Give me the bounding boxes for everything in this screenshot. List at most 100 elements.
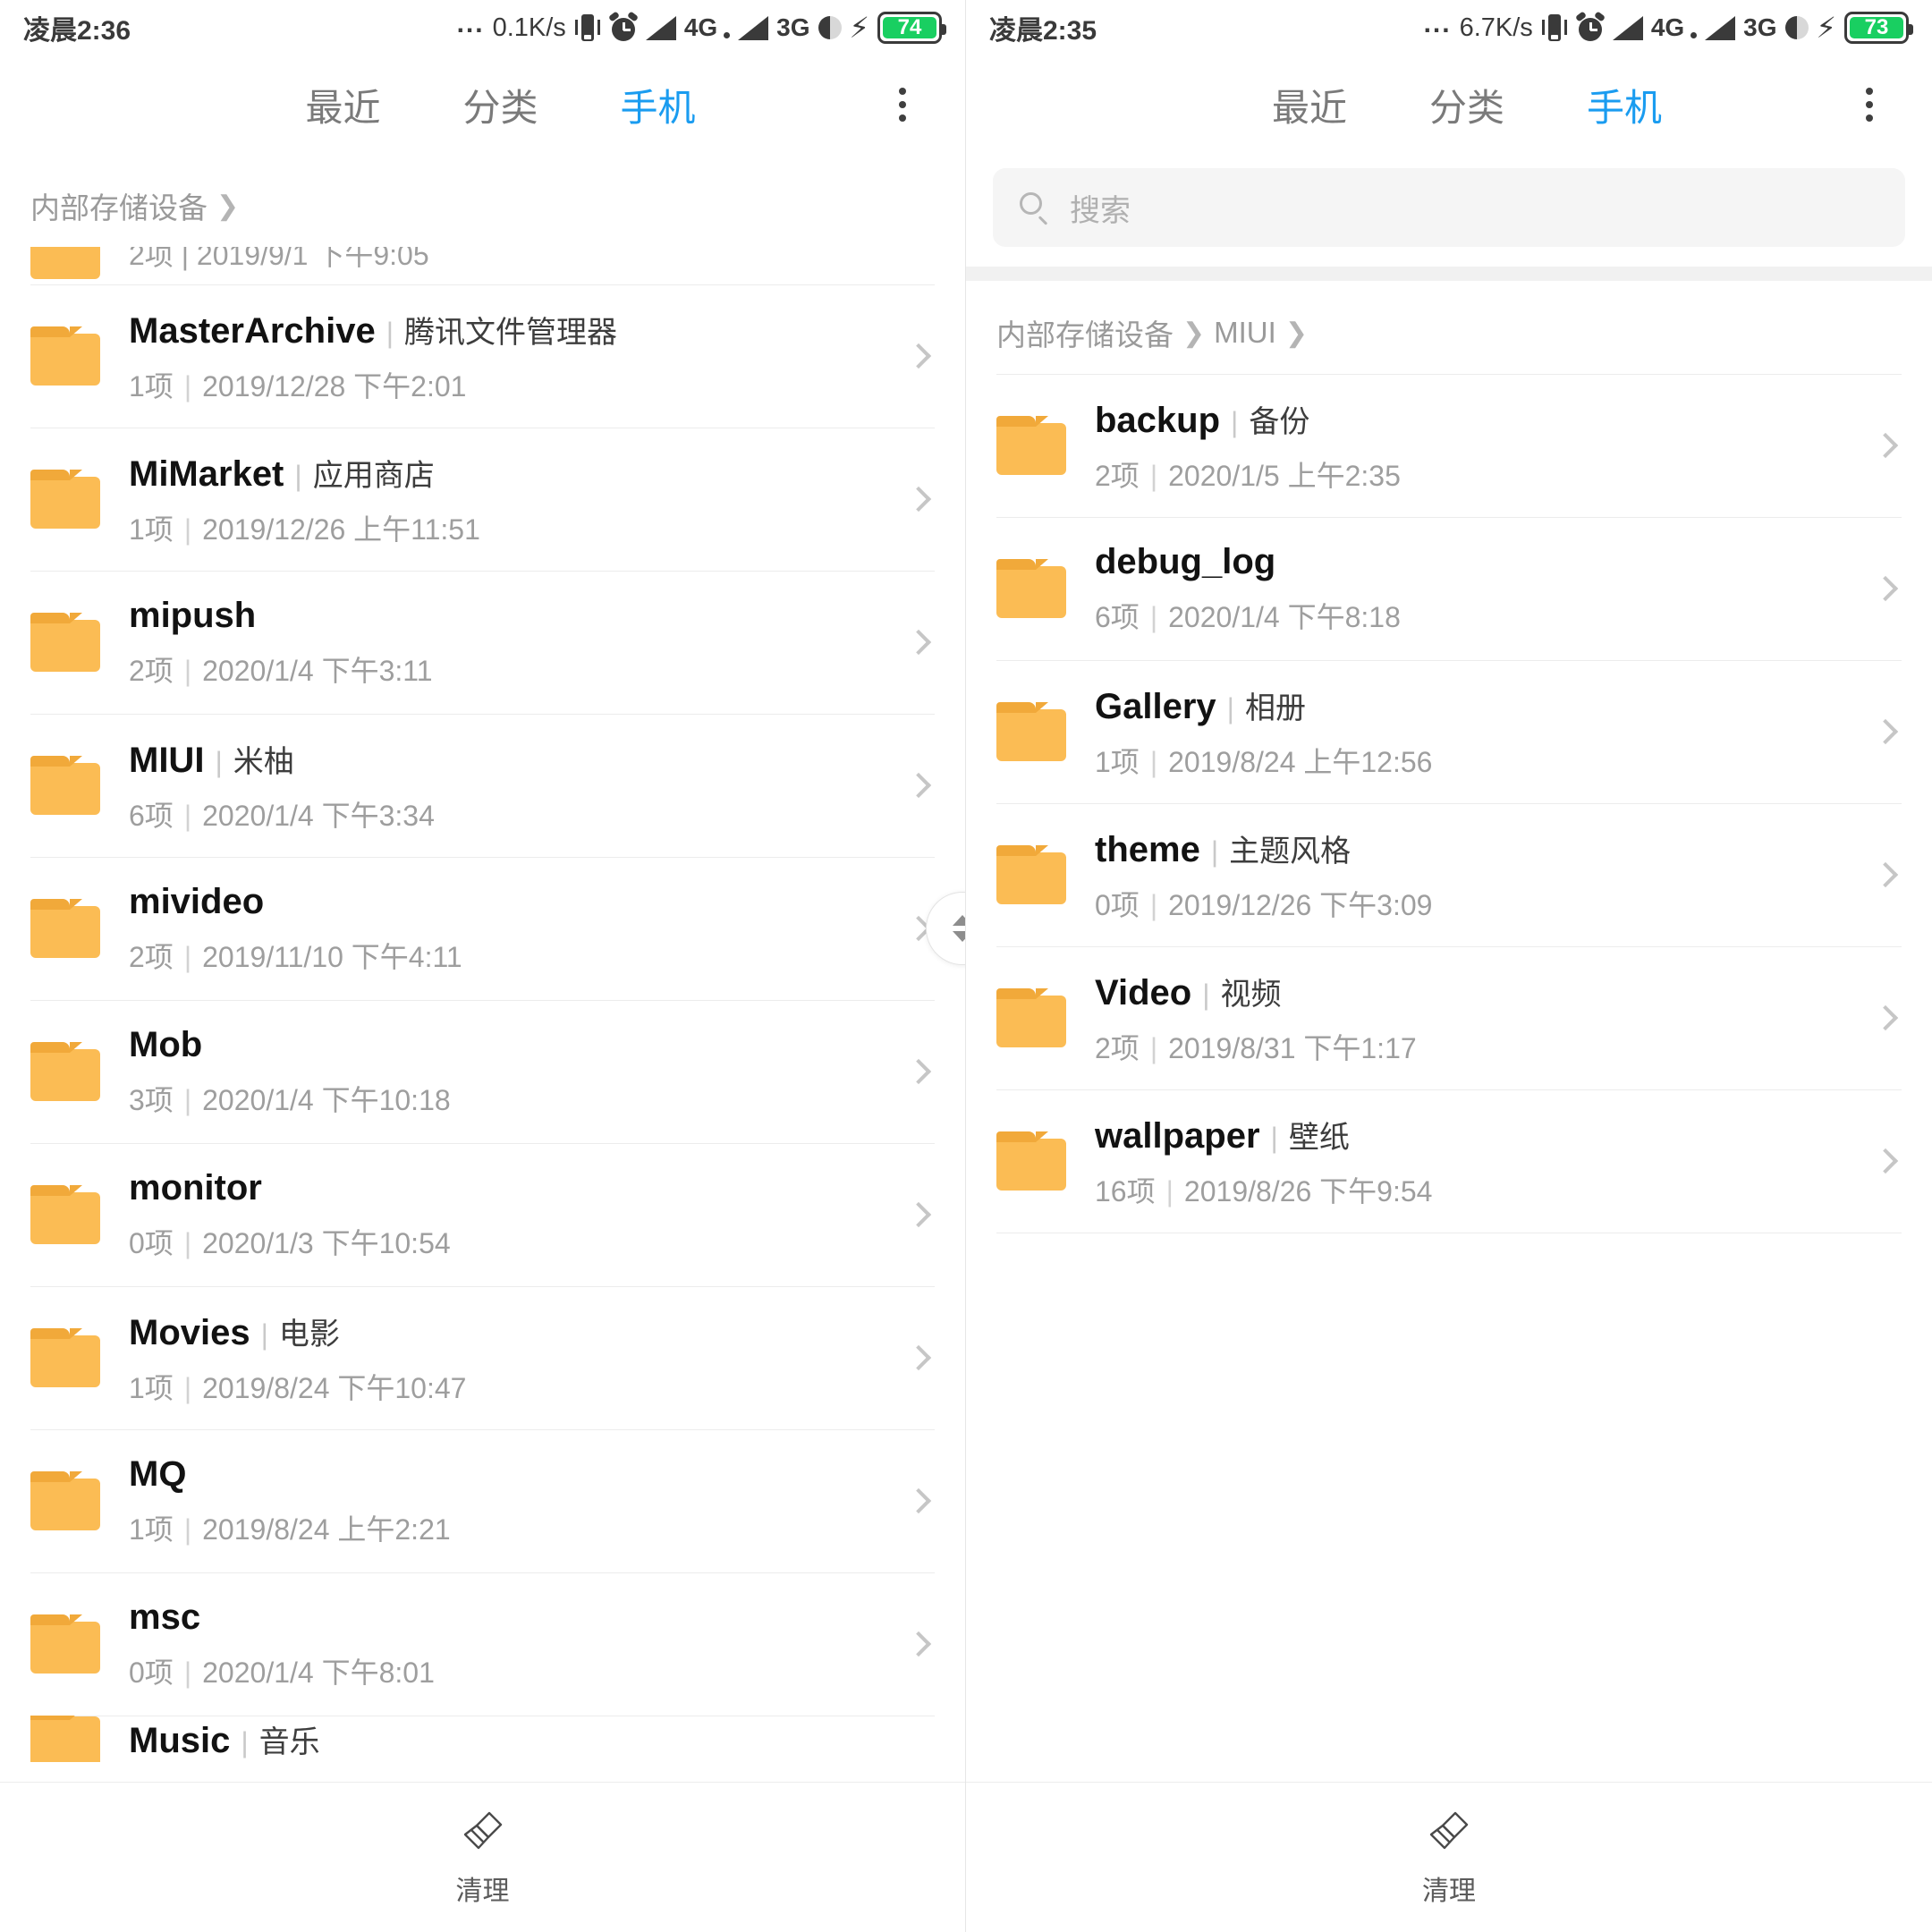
network-gen-primary: 4G	[683, 13, 718, 41]
list-item-alias: 主题风格	[1229, 834, 1352, 869]
file-list[interactable]: backup | 备份 2项 | 2020/1/5 上午2:35 debug_log 6…	[966, 374, 1932, 1233]
breadcrumb: 内部存储设备 ❯ MIUI ❯	[966, 281, 1932, 374]
list-item-count: 1项	[129, 1371, 174, 1404]
broom-icon	[459, 1808, 507, 1856]
table-row[interactable]: MQ 1项 | 2019/8/24 上午2:21	[0, 1429, 965, 1572]
charging-bolt-icon: ⚡	[1816, 12, 1836, 44]
list-item-name: MiMarket	[129, 453, 284, 494]
table-row[interactable]: Movies | 电影 1项 | 2019/8/24 下午10:47	[0, 1286, 965, 1429]
signal-icon-1	[1612, 15, 1643, 40]
list-item-partial-top[interactable]: 2项 | 2019/9/1 下午9:05	[0, 247, 965, 284]
chevron-right-icon	[1872, 575, 1899, 602]
separator: |	[241, 1725, 249, 1758]
folder-icon	[30, 899, 100, 958]
list-item-count: 0项	[129, 1656, 174, 1689]
status-time: 凌晨2:35	[989, 16, 1097, 46]
search-input[interactable]: 搜索	[993, 168, 1905, 247]
list-item-count: 1项	[129, 1513, 174, 1546]
list-item-name: Mob	[129, 1024, 203, 1064]
table-row[interactable]: mivideo 2项 | 2019/11/10 下午4:11	[0, 857, 965, 1000]
network-speed: 0.1K/s	[492, 13, 566, 42]
list-item-count: 1项	[129, 513, 174, 546]
tab-phone[interactable]: 手机	[621, 78, 696, 132]
folder-icon	[30, 1185, 100, 1244]
list-item-date: 2020/1/4 下午3:11	[202, 654, 433, 687]
list-item-name: MasterArchive	[129, 310, 376, 351]
folder-icon	[30, 247, 100, 279]
folder-icon	[996, 702, 1066, 761]
list-item-date: 2019/11/10 下午4:11	[202, 940, 462, 973]
chevron-right-icon: ❯	[216, 191, 240, 221]
scrollbar-thumb[interactable]	[926, 892, 965, 965]
list-item-count: 1项	[1095, 745, 1140, 778]
folder-icon	[30, 1042, 100, 1101]
table-row[interactable]: monitor 0项 | 2020/1/3 下午10:54	[0, 1143, 965, 1286]
network-speed: 6.7K/s	[1459, 13, 1533, 42]
breadcrumb: 内部存储设备 ❯	[0, 154, 965, 247]
tab-recent[interactable]: 最近	[1272, 78, 1347, 132]
separator: |	[215, 745, 223, 778]
table-row[interactable]: MasterArchive | 腾讯文件管理器 1项 | 2019/12/28 下午2:…	[0, 284, 965, 428]
clean-button[interactable]: 清理	[1386, 1799, 1512, 1917]
breadcrumb-item-miui[interactable]: MIUI	[1214, 316, 1276, 350]
tab-phone[interactable]: 手机	[1587, 78, 1662, 132]
chevron-right-icon	[905, 629, 932, 656]
status-bar: 凌晨2:35 ... 6.7K/s 4G 3G ⚡ 73	[966, 0, 1932, 55]
list-item-count: 1项	[129, 369, 174, 402]
clean-button[interactable]: 清理	[420, 1799, 546, 1917]
table-row[interactable]: MIUI | 米柚 6项 | 2020/1/4 下午3:34	[0, 714, 965, 857]
folder-icon	[30, 1614, 100, 1674]
top-tab-bar: 最近 分类 手机	[0, 55, 965, 154]
table-row[interactable]: mipush 2项 | 2020/1/4 下午3:11	[0, 571, 965, 714]
status-overflow-dots: ...	[456, 9, 485, 38]
kebab-menu-icon[interactable]	[890, 79, 915, 131]
signal-icon-2	[1705, 15, 1736, 40]
list-item-date: 2019/8/24 下午10:47	[202, 1371, 467, 1404]
dual-screenshot-comparison: 凌晨2:36 ... 0.1K/s 4G 3G ⚡ 74 最近 分类 手机 内部…	[0, 0, 1932, 1932]
file-list[interactable]: 2项 | 2019/9/1 下午9:05 MasterArchive | 腾讯文件管…	[0, 247, 965, 1762]
chevron-right-icon	[905, 1487, 932, 1514]
tab-categories[interactable]: 分类	[462, 78, 538, 132]
separator: |	[1231, 405, 1239, 438]
kebab-menu-icon[interactable]	[1857, 79, 1882, 131]
battery-icon: 73	[1844, 12, 1913, 44]
search-section: 搜索	[966, 154, 1932, 267]
separator: |	[260, 1318, 268, 1351]
separator: |	[183, 369, 192, 402]
table-row[interactable]: debug_log 6项 | 2020/1/4 下午8:18	[966, 517, 1932, 660]
tab-categories[interactable]: 分类	[1429, 78, 1504, 132]
separator: |	[1149, 888, 1158, 921]
list-item-date: 2019/12/26 上午11:51	[202, 513, 480, 546]
list-item-partial-bottom[interactable]: Music | 音乐	[0, 1716, 965, 1762]
table-row[interactable]: Video | 视频 2项 | 2019/8/31 下午1:17	[966, 946, 1932, 1089]
list-item-alias: 视频	[1220, 977, 1282, 1012]
breadcrumb-item-internal-storage[interactable]: 内部存储设备	[996, 311, 1174, 354]
table-row[interactable]: wallpaper | 壁纸 16项 | 2019/8/26 下午9:54	[966, 1089, 1932, 1233]
folder-icon	[30, 1471, 100, 1530]
folder-icon	[30, 1716, 100, 1762]
list-item-count: 2项	[1095, 459, 1140, 492]
separator: |	[183, 654, 192, 687]
vibrate-icon	[574, 13, 601, 43]
separator: |	[1149, 1031, 1158, 1064]
bottom-action-bar: 清理	[0, 1782, 965, 1932]
table-row[interactable]: MiMarket | 应用商店 1项 | 2019/12/26 上午11:51	[0, 428, 965, 571]
separator: |	[1165, 1174, 1174, 1208]
list-item-count: 2项	[129, 940, 174, 973]
list-item-name: monitor	[129, 1167, 262, 1208]
table-row[interactable]: theme | 主题风格 0项 | 2019/12/26 下午3:09	[966, 803, 1932, 946]
separator: |	[1202, 978, 1210, 1011]
list-item-date: 2020/1/4 下午10:18	[202, 1083, 451, 1116]
breadcrumb-item-internal-storage[interactable]: 内部存储设备	[30, 184, 208, 227]
chevron-right-icon	[905, 772, 932, 799]
table-row[interactable]: Gallery | 相册 1项 | 2019/8/24 上午12:56	[966, 660, 1932, 803]
table-row[interactable]: backup | 备份 2项 | 2020/1/5 上午2:35	[966, 374, 1932, 517]
list-item-alias: 应用商店	[312, 458, 435, 493]
list-item-alias: 电影	[278, 1317, 340, 1352]
folder-icon	[996, 559, 1066, 618]
table-row[interactable]: msc 0项 | 2020/1/4 下午8:01	[0, 1572, 965, 1716]
table-row[interactable]: Mob 3项 | 2020/1/4 下午10:18	[0, 1000, 965, 1143]
separator: |	[386, 316, 394, 349]
tab-recent[interactable]: 最近	[305, 78, 380, 132]
separator: |	[183, 1371, 192, 1404]
